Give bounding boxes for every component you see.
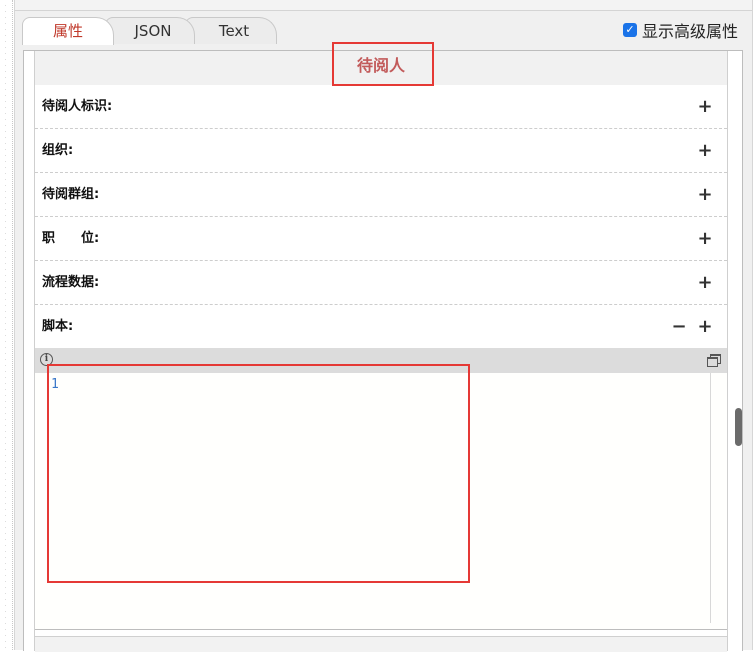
add-icon[interactable]: + bbox=[697, 173, 713, 217]
tab-json[interactable]: JSON bbox=[105, 17, 195, 44]
checkbox-checked-icon[interactable]: ✓ bbox=[622, 23, 637, 37]
top-strip bbox=[15, 0, 752, 11]
section-title: 待阅人 bbox=[35, 51, 727, 86]
restore-window-icon[interactable] bbox=[707, 354, 721, 367]
line-number: 1 bbox=[51, 377, 59, 392]
field-label: 待阅群组: bbox=[42, 187, 100, 202]
script-editor-toolbar: i bbox=[35, 348, 727, 373]
properties-content: 待阅人 待阅人标识: + 组织: + 待阅群组: + 职 位: + 流程数据: … bbox=[34, 51, 728, 652]
field-row-organization: 组织: + bbox=[35, 129, 727, 173]
script-editor[interactable]: 1 bbox=[35, 373, 727, 630]
info-icon[interactable]: i bbox=[40, 353, 53, 366]
show-advanced-label: 显示高级属性 bbox=[641, 22, 738, 41]
editor-divider bbox=[710, 373, 711, 623]
field-label: 待阅人标识: bbox=[42, 99, 113, 114]
field-row-script: 脚本: − + bbox=[35, 305, 727, 349]
field-label: 组织: bbox=[42, 143, 74, 158]
field-row-process-data: 流程数据: + bbox=[35, 261, 727, 305]
field-row-reader-id: 待阅人标识: + bbox=[35, 85, 727, 129]
left-guide-strip bbox=[0, 0, 13, 650]
add-icon[interactable]: + bbox=[697, 85, 713, 129]
properties-frame: 待阅人 待阅人标识: + 组织: + 待阅群组: + 职 位: + 流程数据: … bbox=[23, 50, 743, 652]
add-icon[interactable]: + bbox=[697, 305, 713, 349]
field-label: 脚本: bbox=[42, 319, 74, 334]
remove-icon[interactable]: − bbox=[671, 305, 687, 349]
field-row-position: 职 位: + bbox=[35, 217, 727, 261]
tab-text[interactable]: Text bbox=[185, 17, 277, 44]
tab-properties[interactable]: 属性 bbox=[22, 17, 114, 45]
field-label: 流程数据: bbox=[42, 275, 100, 290]
field-row-reader-group: 待阅群组: + bbox=[35, 173, 727, 217]
add-icon[interactable]: + bbox=[697, 261, 713, 305]
scrollbar-thumb[interactable] bbox=[735, 408, 742, 446]
field-label: 职 位: bbox=[42, 231, 100, 246]
show-advanced-toggle[interactable]: ✓ 显示高级属性 bbox=[622, 19, 738, 41]
properties-panel: Text JSON 属性 ✓ 显示高级属性 待阅人 待阅人标识: + 组织: +… bbox=[14, 0, 753, 652]
add-icon[interactable]: + bbox=[697, 217, 713, 261]
add-icon[interactable]: + bbox=[697, 129, 713, 173]
